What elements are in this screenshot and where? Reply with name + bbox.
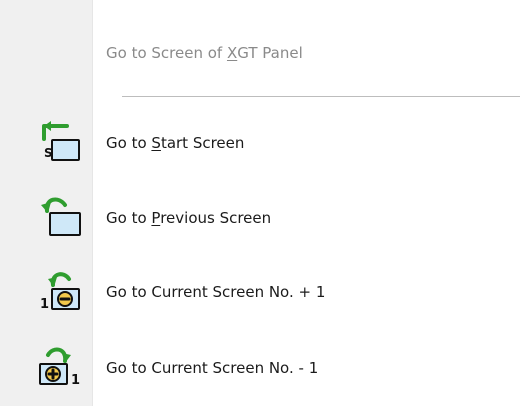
next-screen-number-icon-digit: 1: [40, 297, 49, 312]
menu-item-go-to-previous-screen[interactable]: Go to Previous Screen: [0, 188, 520, 248]
menu-item-go-to-start-screen[interactable]: S Go to Start Screen: [0, 113, 520, 173]
menu-item-go-to-current-screen-minus-1-label: Go to Current Screen No. - 1: [106, 359, 319, 377]
menu-item-go-to-current-screen-minus-1[interactable]: 1 Go to Current Screen No. - 1: [0, 338, 520, 398]
menu-item-go-to-start-screen-label-after: tart Screen: [160, 134, 245, 152]
menu-item-go-to-previous-screen-mnemonic: P: [151, 209, 161, 227]
next-screen-number-icon: 1: [26, 262, 86, 322]
menu-item-go-to-previous-screen-label-before: Go to: [106, 209, 152, 227]
menu-separator: [122, 96, 520, 97]
menu-item-go-to-start-screen-mnemonic: S: [151, 134, 161, 152]
start-screen-icon: S: [26, 113, 86, 173]
previous-screen-number-icon-digit: 1: [71, 373, 80, 388]
menu-item-go-to-current-screen-plus-1[interactable]: 1 Go to Current Screen No. + 1: [0, 262, 520, 322]
previous-screen-icon: [26, 188, 86, 248]
menu-item-go-to-previous-screen-label: Go to Previous Screen: [106, 205, 271, 231]
menu-item-go-to-previous-screen-label-after: revious Screen: [160, 209, 272, 227]
menu-group-header-text-before: Go to Screen of: [106, 44, 227, 62]
menu-item-go-to-start-screen-label-before: Go to: [106, 134, 152, 152]
menu-group-header-mnemonic: X: [226, 44, 238, 62]
previous-screen-number-icon: 1: [26, 338, 86, 398]
menu-item-go-to-start-screen-label: Go to Start Screen: [106, 130, 244, 156]
context-menu: Go to Screen of XGT Panel S Go to Start …: [0, 0, 520, 406]
menu-group-header-text-after: GT Panel: [237, 44, 303, 62]
menu-group-header: Go to Screen of XGT Panel: [106, 40, 303, 66]
menu-item-go-to-current-screen-plus-1-label: Go to Current Screen No. + 1: [106, 283, 326, 301]
